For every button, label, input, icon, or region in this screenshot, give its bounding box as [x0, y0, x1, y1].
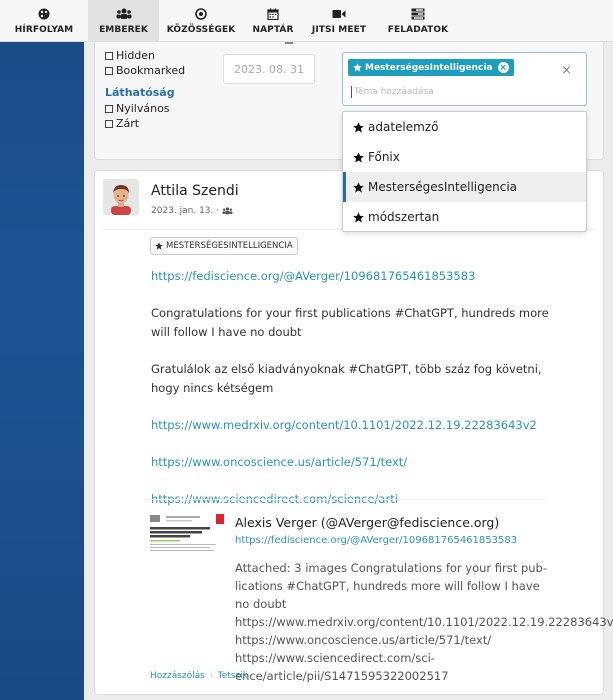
dropdown-option-label: módszertan	[368, 210, 440, 224]
preview-divider	[145, 499, 545, 500]
post-meta: 2023. jan. 13. ·	[151, 206, 233, 216]
checkbox-closed[interactable]	[105, 119, 113, 128]
dropdown-option-adatelemzo[interactable]: adatelemző	[343, 112, 586, 142]
preview-thumbnail[interactable]	[148, 513, 228, 573]
dropdown-option-modszertan[interactable]: módszertan	[343, 202, 586, 232]
preview-link[interactable]: https://fediscience.org/@AVerger/1096817…	[235, 535, 517, 546]
left-background	[0, 0, 90, 700]
post-body: https://fediscience.org/@AVerger/1096817…	[151, 267, 551, 527]
star-icon	[353, 211, 364, 222]
post-link-oncoscience[interactable]: https://www.oncoscience.us/article/571/t…	[151, 455, 407, 469]
nav-label: HÍRFOLYAM	[14, 25, 74, 35]
actions-separator: ·	[209, 671, 213, 681]
tag-dropdown: adatelemző Főnix MesterségesIntelligenci…	[342, 111, 587, 232]
nav-label: JITSI MEET	[311, 25, 367, 35]
post-link-fediscience[interactable]: https://fediscience.org/@AVerger/1096817…	[151, 269, 475, 283]
post-date: 2023. jan. 13. ·	[151, 206, 220, 216]
star-icon	[353, 181, 364, 192]
post-link-medrxiv[interactable]: https://www.medrxiv.org/content/10.1101/…	[151, 418, 537, 432]
top-navigation: HÍRFOLYAM EMBEREK KÖZÖSSÉGEK NAPTÁR JITS…	[0, 0, 613, 42]
post-card: Attila Szendi 2023. jan. 13. · MESTERSÉG…	[94, 170, 613, 695]
dropdown-option-label: MesterségesIntelligencia	[368, 180, 518, 194]
date-input[interactable]: 2023. 08. 31	[223, 54, 315, 84]
remove-tag-icon[interactable]: ×	[497, 62, 509, 73]
post-paragraph-hu: Gratulálok az első kiadványoknak #ChatGP…	[151, 362, 542, 395]
star-icon	[353, 121, 364, 132]
bullseye-icon	[195, 7, 207, 21]
filter-closed-label: Zárt	[116, 117, 140, 130]
filter-hidden-label: Hidden	[116, 49, 156, 62]
tasks-icon	[411, 7, 425, 21]
tag-search-input[interactable]: Téma hozzáadása	[351, 86, 434, 98]
checkbox-bookmarked[interactable]	[105, 66, 113, 75]
nav-label: NAPTÁR	[252, 25, 294, 35]
filter-bookmarked[interactable]: Bookmarked	[105, 63, 185, 78]
visibility-heading: Láthatóság	[105, 86, 175, 99]
star-icon	[155, 242, 163, 250]
calendar-icon	[267, 7, 279, 21]
post-tag-label: MESTERSÉGESINTELLIGENCIA	[166, 241, 293, 251]
palette-icon	[38, 7, 50, 21]
nav-label: EMBEREK	[99, 25, 148, 35]
video-icon	[332, 7, 346, 21]
post-actions: Hozzászólás · Tetszik	[150, 671, 248, 681]
dropdown-option-fonix[interactable]: Főnix	[343, 142, 586, 172]
nav-label: FELADATOK	[387, 25, 449, 35]
filter-public[interactable]: Nyilvános	[105, 101, 185, 116]
nav-label: KÖZÖSSÉGEK	[166, 25, 236, 35]
preview-title[interactable]: Alexis Verger (@AVerger@fediscience.org)	[235, 515, 499, 530]
filter-bookmarked-label: Bookmarked	[116, 64, 186, 77]
filter-options: Hidden Bookmarked Láthatóság Nyilvános Z…	[105, 48, 185, 131]
nav-item-emberek[interactable]: EMBEREK	[88, 0, 159, 42]
nav-item-jitsi-meet[interactable]: JITSI MEET	[303, 0, 375, 42]
filter-public-label: Nyilvános	[116, 102, 170, 115]
dropdown-option-label: Főnix	[368, 150, 400, 164]
star-icon	[353, 151, 364, 162]
clear-icon[interactable]: ×	[561, 63, 572, 78]
tag-select[interactable]: MesterségesIntelligencia × × Téma hozzáa…	[342, 52, 587, 106]
nav-item-hirfolyam[interactable]: HÍRFOLYAM	[0, 0, 88, 42]
like-link[interactable]: Tetszik	[218, 671, 248, 681]
post-paragraph-en: Congratulations for your first publicati…	[151, 306, 549, 339]
users-icon	[222, 207, 233, 215]
avatar[interactable]	[103, 179, 139, 215]
checkbox-hidden[interactable]	[105, 51, 113, 60]
users-icon	[116, 7, 132, 21]
checkbox-public[interactable]	[105, 104, 113, 113]
filter-closed[interactable]: Zárt	[105, 116, 185, 131]
post-author[interactable]: Attila Szendi	[151, 183, 239, 199]
star-icon	[353, 63, 362, 72]
selected-tag-label: MesterségesIntelligencia	[365, 62, 493, 73]
post-tag-badge[interactable]: MESTERSÉGESINTELLIGENCIA	[150, 237, 298, 255]
nav-item-naptar[interactable]: NAPTÁR	[243, 0, 303, 42]
nav-item-feladatok[interactable]: FELADATOK	[375, 0, 461, 42]
comment-link[interactable]: Hozzászólás	[150, 671, 205, 681]
selected-tag-chip: MesterségesIntelligencia ×	[348, 59, 514, 76]
preview-text: Attached: 3 images Congratulations for y…	[235, 561, 613, 683]
nav-item-kozossegek[interactable]: KÖZÖSSÉGEK	[159, 0, 243, 42]
filter-hidden[interactable]: Hidden	[105, 48, 185, 63]
dropdown-option-label: adatelemző	[368, 120, 439, 134]
dropdown-option-mestersegesintelligencia[interactable]: MesterségesIntelligencia	[343, 172, 586, 202]
